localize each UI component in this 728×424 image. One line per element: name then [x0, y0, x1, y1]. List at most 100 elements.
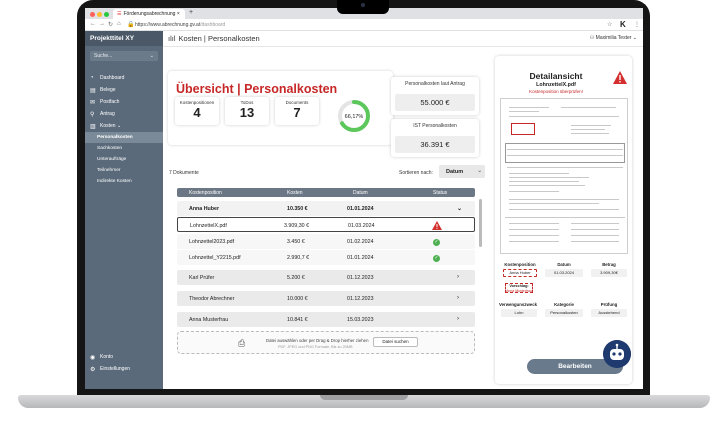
column-header-datum[interactable]: Datum	[353, 190, 368, 196]
browser-menu-icon[interactable]: ⋮	[634, 21, 640, 28]
table-header: Kostenposition Kosten Datum Status	[177, 188, 475, 197]
cell-kosten: 10.841 €	[287, 316, 308, 323]
cell-position: Karl Prüfer	[189, 274, 215, 281]
gear-icon: ⚙	[90, 366, 96, 373]
zweck-value[interactable]: Lohn	[501, 309, 537, 317]
search-placeholder: Suche...	[94, 53, 113, 59]
sidebar-item-label: Dashboard	[100, 75, 125, 81]
stat-value: 13	[239, 105, 255, 120]
new-tab-button[interactable]: +	[189, 9, 193, 16]
bookmark-star-icon[interactable]: ☆	[607, 21, 612, 28]
scrollbar[interactable]	[479, 199, 482, 247]
sort-value: Datum	[446, 168, 464, 175]
window-close-button[interactable]	[90, 11, 95, 17]
table-row[interactable]: Theodor Abrechner 10.000 € 01.12.2023 ›	[177, 291, 475, 306]
sidebar-item-belege[interactable]: ▤ Belege	[85, 84, 163, 96]
chevron-down-icon: ⌄	[631, 35, 637, 41]
window-maximize-button[interactable]	[104, 11, 109, 17]
datum-value[interactable]: 01.03.2024	[545, 269, 583, 277]
table-row[interactable]: Lohnzettel_Y2215.pdf 2.990,7 € 01.01.202…	[177, 250, 475, 265]
cell-kosten: 3.450 €	[287, 238, 305, 245]
user-name: Maximilia Tester	[595, 35, 632, 41]
page-title-text: Kosten | Personalkosten	[178, 34, 260, 43]
file-dropzone[interactable]: ⎙ Datei auswählen oder per Drag & Drop h…	[177, 331, 475, 354]
kpi-value: 36.391 €	[395, 136, 475, 153]
sidebar-item-kosten[interactable]: ▥ Kosten ⌄	[85, 120, 163, 132]
forward-icon[interactable]: →	[99, 21, 105, 27]
home-icon[interactable]: ⌂	[117, 21, 121, 27]
table-row-selected[interactable]: LohnzettelX.pdf 3.909,30 € 01.03.2024	[177, 217, 475, 232]
kpi-ist: IST Personalkosten 36.391 €	[391, 119, 479, 157]
document-count: 7 Dokumente	[169, 170, 199, 176]
user-menu[interactable]: ⚇ Maximilia Tester ⌄	[590, 35, 637, 41]
stat-documents: Documents 7	[275, 97, 319, 125]
sidebar-subitem-personalkosten[interactable]: Personalkosten	[85, 132, 163, 143]
cell-kosten: 10.000 €	[287, 295, 308, 302]
chevron-right-icon[interactable]: ›	[457, 274, 459, 280]
detail-title: Detailansicht	[529, 71, 583, 81]
cell-position: Theodor Abrechner	[189, 295, 235, 302]
url-path: /dashboard	[200, 22, 226, 28]
kostenposition-value[interactable]: Anna Huber	[503, 269, 537, 277]
table-row[interactable]: Karl Prüfer 5.200 € 01.12.2023 ›	[177, 270, 475, 285]
document-preview[interactable]	[500, 98, 628, 254]
sidebar-item-einstellungen[interactable]: ⚙ Einstellungen	[85, 363, 163, 375]
sidebar-subitem-unterauftraege[interactable]: Unteraufträge	[85, 154, 163, 165]
sidebar: Projekttitel XY Suche... ⌄ ◔ Dashboard ▤ B…	[85, 31, 163, 389]
dropzone-subtext: PDF, JPEG und PNG Formate, Bis zu 20MB	[278, 345, 353, 349]
sidebar-subitem-indirekte-kosten[interactable]: Indirekte Kosten	[85, 176, 163, 187]
chevron-right-icon[interactable]: ›	[457, 295, 459, 301]
sort-select[interactable]: Datum ⌄	[439, 165, 485, 178]
table-row[interactable]: Anna Huber 10.350 € 01.01.2024 ⌄	[177, 201, 475, 216]
sidebar-item-postfach[interactable]: ✉ Postfach	[85, 96, 163, 108]
table-row[interactable]: Lohnzettel2023.pdf 3.450 € 01.02.2024 ✓	[177, 234, 475, 249]
address-field[interactable]: https://www.abrechnung.gv.at/dashboard	[135, 22, 225, 28]
dropzone-text: Datei auswählen oder per Drag & Drop hie…	[266, 338, 369, 343]
kategorie-value[interactable]: Personalkosten	[545, 309, 583, 317]
sidebar-item-label: Einstellungen	[100, 366, 131, 372]
chevron-down-icon: ⌄	[149, 52, 154, 59]
chevron-right-icon[interactable]: ›	[457, 316, 459, 322]
back-icon[interactable]: ←	[90, 21, 96, 27]
sidebar-subitem-sachkosten[interactable]: Sachkosten	[85, 143, 163, 154]
search-input[interactable]: Suche... ⌄	[90, 51, 158, 61]
stat-label: ToDos	[240, 100, 254, 105]
browser-tab[interactable]: ☰ Förderungsabrechnung ×	[113, 9, 185, 19]
sidebar-item-konto[interactable]: ◉ Konto	[85, 351, 163, 363]
betrag-value[interactable]: 3.909,30€	[591, 269, 627, 277]
favicon-icon: ☰	[117, 11, 122, 17]
bar-chart-icon: ▥	[90, 123, 96, 130]
pruefung-value[interactable]: Ausstehend	[591, 309, 627, 317]
project-title: Projekttitel XY	[85, 31, 163, 46]
column-header-kosten[interactable]: Kosten	[287, 190, 303, 196]
table-row[interactable]: Anna Musterfrau 10.841 € 15.03.2023 ›	[177, 312, 475, 327]
sidebar-item-label: Antrag	[100, 111, 115, 117]
cell-position: Lohnzettel2023.pdf	[189, 238, 235, 245]
column-header-status[interactable]: Status	[433, 190, 447, 196]
chatbot-icon[interactable]	[603, 340, 631, 368]
column-header-position[interactable]: Kostenposition	[189, 190, 222, 196]
cell-datum: 15.03.2023	[347, 316, 374, 323]
browser-tab-title: Förderungsabrechnung	[123, 11, 176, 17]
profile-logo[interactable]: K	[620, 20, 626, 29]
app-header: ılıl Kosten | Personalkosten ⚇ Maximilia …	[163, 31, 643, 47]
sidebar-item-label: Belege	[100, 87, 116, 93]
suggestion-box[interactable]: Vorschlag: Anna Musterfrau	[505, 283, 533, 293]
window-minimize-button[interactable]	[97, 11, 102, 17]
stat-value: 7	[293, 105, 301, 120]
main-content: Übersicht | Personalkosten Kostenpositio…	[163, 48, 487, 389]
sidebar-subitem-teilnehmer[interactable]: Teilnehmer	[85, 165, 163, 176]
sidebar-item-antrag[interactable]: ⚲ Antrag	[85, 108, 163, 120]
chevron-down-icon: ⌄	[115, 123, 122, 129]
kostenposition-label: Kostenposition	[504, 262, 536, 267]
warning-icon	[432, 221, 442, 230]
upload-icon: ⎙	[238, 338, 246, 348]
sidebar-item-label: Konto	[100, 354, 114, 360]
sidebar-item-dashboard[interactable]: ◔ Dashboard	[85, 72, 163, 84]
reload-icon[interactable]: ↻	[108, 21, 113, 28]
kpi-label: IST Personalkosten	[413, 123, 457, 129]
file-search-button[interactable]: Datei suchen	[373, 337, 418, 347]
chevron-down-icon[interactable]: ⌄	[457, 205, 462, 212]
cell-position: LohnzettelX.pdf	[190, 222, 227, 229]
screen: ☰ Förderungsabrechnung × + ← → ↻ ⌂ 🔒 http…	[85, 8, 643, 389]
